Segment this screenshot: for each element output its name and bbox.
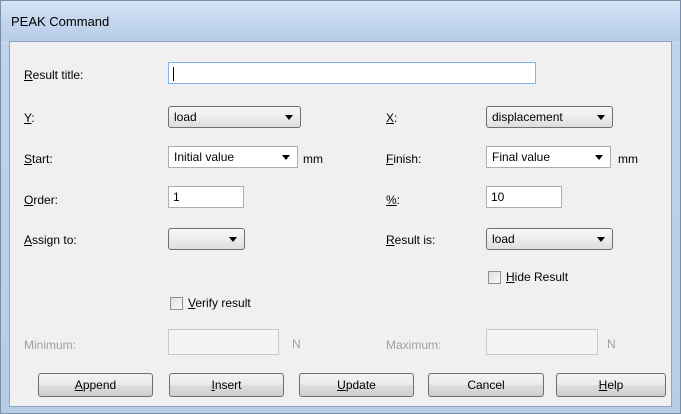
chevron-down-icon	[597, 115, 605, 120]
help-button[interactable]: Help	[556, 373, 666, 397]
result-title-input[interactable]	[168, 62, 536, 84]
start-label: Start:	[24, 152, 53, 166]
minimum-label: Minimum:	[24, 338, 77, 352]
result-title-label: Result title:	[24, 68, 84, 82]
finish-unit: mm	[618, 152, 638, 166]
verify-result-checkbox[interactable]	[170, 297, 183, 310]
hide-result-checkbox[interactable]	[488, 271, 501, 284]
update-button[interactable]: Update	[299, 373, 414, 397]
percent-label: %:	[386, 193, 401, 207]
title-bar: PEAK Command	[1, 1, 680, 41]
start-combo[interactable]: Initial value	[168, 146, 298, 168]
verify-result-label[interactable]: Verify result	[188, 296, 251, 310]
minimum-unit: N	[292, 337, 301, 351]
x-label: X:	[386, 111, 398, 125]
maximum-unit: N	[607, 337, 616, 351]
finish-combo[interactable]: Final value	[486, 146, 611, 168]
insert-button[interactable]: Insert	[169, 373, 284, 397]
y-label: Y:	[24, 111, 35, 125]
cancel-button[interactable]: Cancel	[428, 373, 544, 397]
start-unit: mm	[303, 152, 323, 166]
y-select[interactable]: load	[168, 106, 301, 128]
x-select[interactable]: displacement	[486, 106, 613, 128]
order-input[interactable]: 1	[168, 186, 244, 208]
window-title: PEAK Command	[11, 14, 110, 29]
hide-result-label[interactable]: Hide Result	[506, 270, 568, 284]
chevron-down-icon	[285, 115, 293, 120]
chevron-down-icon	[229, 237, 237, 242]
assign-to-label: Assign to:	[24, 233, 77, 247]
append-button[interactable]: Append	[38, 373, 153, 397]
assign-to-select[interactable]	[168, 228, 245, 250]
chevron-down-icon	[595, 155, 603, 160]
result-is-label: Result is:	[386, 233, 436, 247]
peak-command-dialog: PEAK Command Result title: Y: load X: di…	[0, 0, 681, 414]
maximum-input	[486, 329, 598, 355]
minimum-input	[168, 329, 279, 355]
result-is-select[interactable]: load	[486, 228, 613, 250]
chevron-down-icon	[282, 155, 290, 160]
text-caret	[173, 66, 174, 81]
chevron-down-icon	[597, 237, 605, 242]
maximum-label: Maximum:	[386, 338, 442, 352]
order-label: Order:	[24, 193, 59, 207]
percent-input[interactable]: 10	[486, 186, 562, 208]
finish-label: Finish:	[386, 152, 422, 166]
dialog-body: Result title: Y: load X: displacement St…	[9, 41, 672, 407]
